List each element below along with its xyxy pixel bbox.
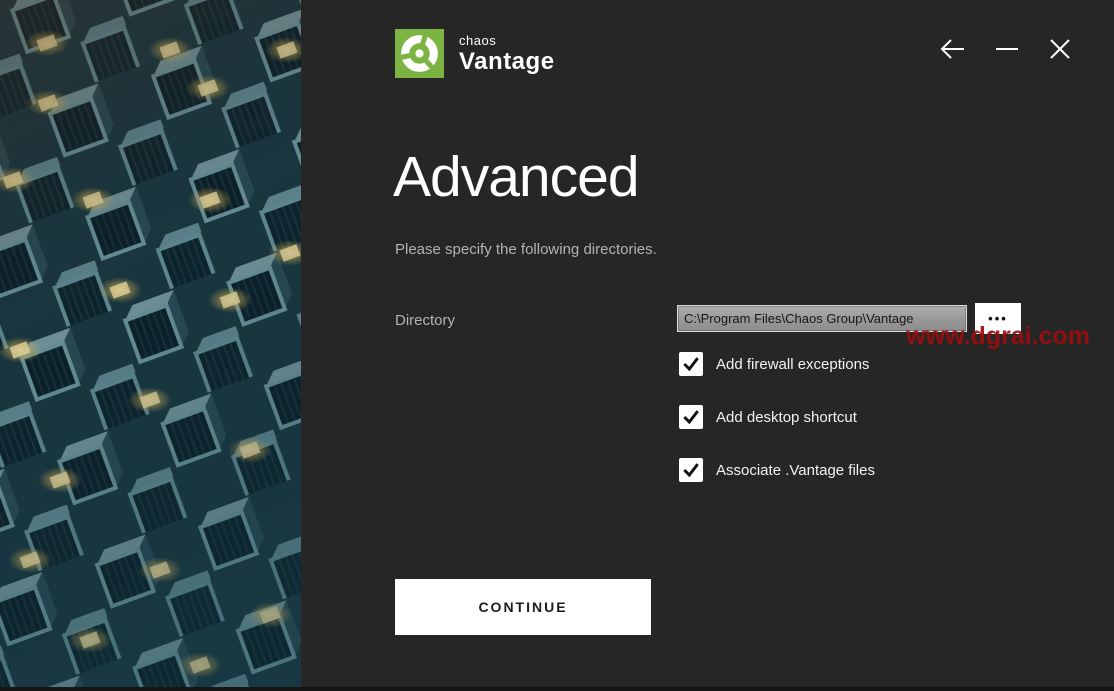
- checkbox-associate-files[interactable]: Associate .Vantage files: [679, 458, 875, 482]
- minus-icon: [992, 34, 1022, 69]
- checkbox-label: Associate .Vantage files: [716, 462, 875, 479]
- brand-text: chaos Vantage: [459, 33, 555, 76]
- installer-window: chaos Vantage Advanced Please specify th…: [0, 0, 1114, 691]
- checkbox-desktop-shortcut[interactable]: Add desktop shortcut: [679, 405, 857, 429]
- minimize-button[interactable]: [992, 36, 1022, 66]
- directory-input[interactable]: [677, 305, 967, 332]
- checkbox-checked-icon[interactable]: [679, 458, 703, 482]
- back-button[interactable]: [938, 36, 968, 66]
- checkbox-label: Add desktop shortcut: [716, 409, 857, 426]
- close-button[interactable]: [1045, 36, 1075, 66]
- page-title: Advanced: [393, 144, 639, 210]
- checkbox-label: Add firewall exceptions: [716, 356, 869, 373]
- brand-product: Vantage: [459, 48, 555, 76]
- window-bottom-edge: [0, 687, 1114, 691]
- page-subtitle: Please specify the following directories…: [395, 241, 657, 258]
- chaos-logo-icon: [395, 29, 444, 78]
- continue-button[interactable]: CONTINUE: [395, 579, 651, 635]
- browse-button[interactable]: •••: [975, 303, 1021, 334]
- arrow-left-icon: [938, 34, 968, 69]
- directory-label: Directory: [395, 312, 455, 329]
- checkbox-firewall-exceptions[interactable]: Add firewall exceptions: [679, 352, 869, 376]
- checkbox-checked-icon[interactable]: [679, 352, 703, 376]
- close-icon: [1045, 34, 1075, 69]
- brand-company: chaos: [459, 33, 555, 48]
- hero-image: [0, 0, 301, 691]
- checkbox-checked-icon[interactable]: [679, 405, 703, 429]
